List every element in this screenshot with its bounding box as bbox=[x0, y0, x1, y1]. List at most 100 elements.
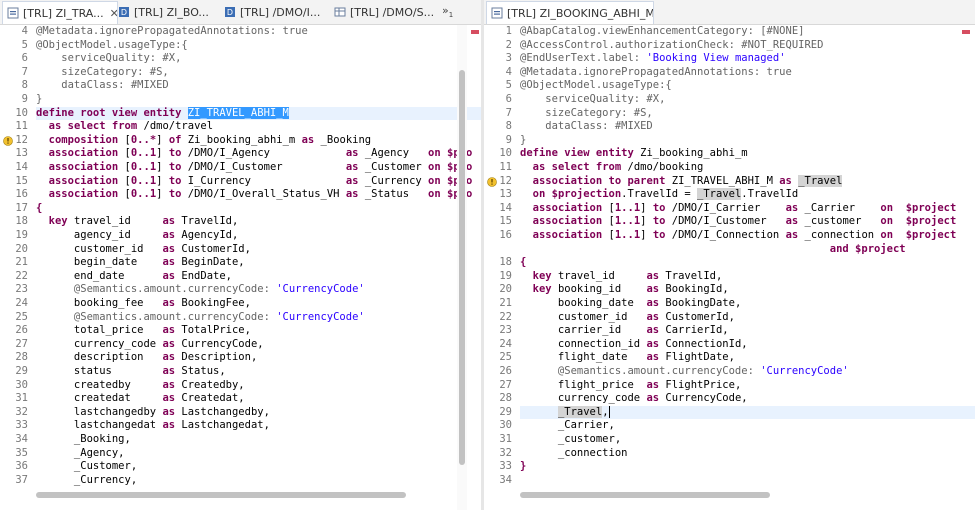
code-line[interactable]: define view entity Zi_booking_abhi_m bbox=[520, 147, 748, 161]
code-line[interactable]: flight_date as FlightDate, bbox=[520, 351, 735, 365]
right-code-editor[interactable]: 1 2 3 4 5 6 7 8 9 10 11 12 13 14 15 16 18 19 20 21 22 23 24 25 2… bbox=[484, 25, 975, 510]
code-line[interactable]: _Travel, bbox=[520, 405, 610, 420]
code-line[interactable]: association [0..1] to /DMO/I_Agency as _… bbox=[36, 147, 473, 161]
code-line[interactable]: lastchangedat as Lastchangedat, bbox=[36, 419, 270, 433]
code-line[interactable]: association [1..1] to /DMO/I_Customer as… bbox=[520, 215, 957, 229]
horizontal-scrollbar-thumb[interactable] bbox=[520, 492, 770, 498]
scrollbar-thumb[interactable] bbox=[459, 70, 465, 465]
line-number: 31 bbox=[15, 392, 28, 405]
warning-icon[interactable] bbox=[3, 135, 15, 147]
code-line[interactable]: composition [0..*] of Zi_booking_abhi_m … bbox=[36, 134, 371, 148]
code-token: $project bbox=[893, 229, 957, 241]
code-line[interactable]: sizeCategory: #S, bbox=[36, 66, 168, 80]
warning-overview-marker[interactable] bbox=[471, 30, 479, 34]
code-line[interactable]: _Carrier, bbox=[520, 419, 615, 433]
code-area[interactable]: @AbapCatalog.viewEnhancementCategory: [#… bbox=[520, 25, 975, 510]
code-token: [ bbox=[602, 215, 615, 228]
code-line[interactable]: booking_fee as BookingFee, bbox=[36, 297, 251, 311]
code-line[interactable]: association [0..1] to /DMO/I_Customer as… bbox=[36, 161, 473, 175]
code-line[interactable]: association [1..1] to /DMO/I_Carrier as … bbox=[520, 202, 957, 216]
code-line[interactable]: agency_id as AgencyId, bbox=[36, 229, 238, 243]
code-line[interactable]: } bbox=[36, 93, 42, 107]
line-number: 33 bbox=[499, 460, 512, 473]
line-number: 14 bbox=[499, 201, 512, 214]
code-line[interactable]: total_price as TotalPrice, bbox=[36, 324, 251, 338]
code-line[interactable]: key travel_id as TravelId, bbox=[36, 215, 239, 229]
horizontal-scrollbar-thumb[interactable] bbox=[36, 492, 406, 498]
code-line[interactable]: { bbox=[520, 256, 526, 270]
code-line[interactable]: and $project bbox=[520, 243, 906, 257]
code-line[interactable]: } bbox=[520, 460, 526, 474]
code-line[interactable]: sizeCategory: #S, bbox=[520, 107, 652, 121]
code-line[interactable]: dataClass: #MIXED bbox=[36, 79, 168, 93]
tab-zi-travel[interactable]: [TRL] ZI_TRA... ✕ bbox=[2, 1, 118, 24]
code-line[interactable]: { bbox=[36, 202, 42, 216]
code-line[interactable]: key travel_id as TravelId, bbox=[520, 270, 723, 284]
code-line[interactable]: connection_id as ConnectionId, bbox=[520, 338, 748, 352]
code-line[interactable]: @Semantics.amount.currencyCode: 'Currenc… bbox=[36, 311, 365, 325]
line-number: 32 bbox=[499, 446, 512, 459]
code-line[interactable]: lastchangedby as Lastchangedby, bbox=[36, 406, 270, 420]
vertical-scrollbar[interactable] bbox=[457, 25, 467, 510]
code-token: association bbox=[48, 188, 119, 201]
code-line[interactable]: currency_code as CurrencyCode, bbox=[520, 392, 748, 406]
code-line[interactable]: _Customer, bbox=[36, 460, 137, 474]
code-line[interactable]: currency_code as CurrencyCode, bbox=[36, 338, 264, 352]
code-line[interactable]: define root view entity ZI_TRAVEL_ABHI_M bbox=[36, 106, 289, 121]
code-line[interactable]: begin_date as BeginDate, bbox=[36, 256, 245, 270]
tab-dmo-i[interactable]: D [TRL] /DMO/I... bbox=[220, 1, 332, 23]
warning-overview-marker[interactable] bbox=[962, 30, 970, 34]
tab-zi-booking[interactable]: D [TRL] ZI_BO... bbox=[114, 1, 218, 23]
code-line[interactable]: @AccessControl.authorizationCheck: #NOT_… bbox=[520, 39, 823, 53]
code-line[interactable]: carrier_id as CarrierId, bbox=[520, 324, 729, 338]
line-number: 20 bbox=[499, 283, 512, 296]
code-line[interactable]: @AbapCatalog.viewEnhancementCategory: [#… bbox=[520, 25, 804, 39]
code-line[interactable]: _Agency, bbox=[36, 447, 125, 461]
code-line[interactable]: association [0..1] to I_Currency as _Cur… bbox=[36, 175, 473, 189]
code-line[interactable]: customer_id as CustomerId, bbox=[520, 311, 735, 325]
tab-zi-booking-abhi-m[interactable]: [TRL] ZI_BOOKING_ABHI_M ✕ bbox=[486, 1, 654, 24]
code-line[interactable]: flight_price as FlightPrice, bbox=[520, 379, 741, 393]
code-line[interactable]: dataClass: #MIXED bbox=[520, 120, 652, 134]
tab-overflow-button[interactable]: »1 bbox=[442, 4, 453, 19]
code-line[interactable]: description as Description, bbox=[36, 351, 257, 365]
code-line[interactable]: @ObjectModel.usageType:{ bbox=[520, 79, 672, 93]
code-line[interactable]: status as Status, bbox=[36, 365, 226, 379]
warning-icon[interactable] bbox=[487, 176, 499, 188]
code-line[interactable]: _Currency, bbox=[36, 474, 137, 488]
code-line[interactable]: as select from /dmo/travel bbox=[36, 120, 213, 134]
right-editor-pane[interactable]: [TRL] ZI_BOOKING_ABHI_M ✕ 12345678910111… bbox=[484, 0, 975, 510]
code-token: as bbox=[162, 215, 176, 228]
tab-dmo-s[interactable]: [TRL] /DMO/S... bbox=[330, 1, 434, 23]
code-line[interactable]: @ObjectModel.usageType:{ bbox=[36, 39, 188, 53]
line-number: 25 bbox=[15, 310, 28, 323]
code-line[interactable]: createdat as Createdat, bbox=[36, 392, 245, 406]
code-line[interactable]: @Semantics.amount.currencyCode: 'Currenc… bbox=[520, 365, 849, 379]
left-code-editor[interactable]: 4 5 6 7 8 9 10 11 12 13 14 15 16 17 18 19 20 21 22 23 24 25 26… bbox=[0, 25, 481, 510]
code-line[interactable]: _connection bbox=[520, 447, 628, 461]
code-line[interactable]: @Metadata.ignorePropagatedAnnotations: t… bbox=[36, 25, 308, 39]
code-line[interactable]: @EndUserText.label: 'Booking View manage… bbox=[520, 52, 786, 66]
code-line[interactable]: association to parent ZI_TRAVEL_ABHI_M a… bbox=[520, 174, 843, 189]
code-area[interactable]: @Metadata.ignorePropagatedAnnotations: t… bbox=[36, 25, 481, 510]
line-number: 21 bbox=[15, 256, 28, 269]
code-token: Zi_booking_abhi_m bbox=[633, 147, 748, 160]
code-line[interactable]: _Booking, bbox=[36, 433, 131, 447]
code-line[interactable]: customer_id as CustomerId, bbox=[36, 243, 251, 257]
code-line[interactable]: serviceQuality: #X, bbox=[520, 93, 665, 107]
code-line[interactable]: @Semantics.amount.currencyCode: 'Currenc… bbox=[36, 283, 365, 297]
code-line[interactable]: association [1..1] to /DMO/I_Connection … bbox=[520, 229, 957, 243]
code-line[interactable]: as select from /dmo/booking bbox=[520, 161, 704, 175]
code-line[interactable]: @Metadata.ignorePropagatedAnnotations: t… bbox=[520, 66, 792, 80]
code-line[interactable]: end_date as EndDate, bbox=[36, 270, 232, 284]
code-line[interactable]: on $projection.TravelId = _Travel.Travel… bbox=[520, 188, 798, 202]
code-token: as bbox=[646, 351, 660, 364]
code-line[interactable]: createdby as Createdby, bbox=[36, 379, 245, 393]
code-line[interactable]: association [0..1] to /DMO/I_Overall_Sta… bbox=[36, 188, 473, 202]
code-line[interactable]: _customer, bbox=[520, 433, 621, 447]
code-line[interactable]: key booking_id as BookingId, bbox=[520, 283, 729, 297]
left-editor-pane[interactable]: [TRL] ZI_TRA... ✕ D [TRL] ZI_BO... D [TR… bbox=[0, 0, 481, 510]
code-line[interactable]: serviceQuality: #X, bbox=[36, 52, 181, 66]
code-line[interactable]: booking_date as BookingDate, bbox=[520, 297, 741, 311]
code-line[interactable]: } bbox=[520, 134, 526, 148]
